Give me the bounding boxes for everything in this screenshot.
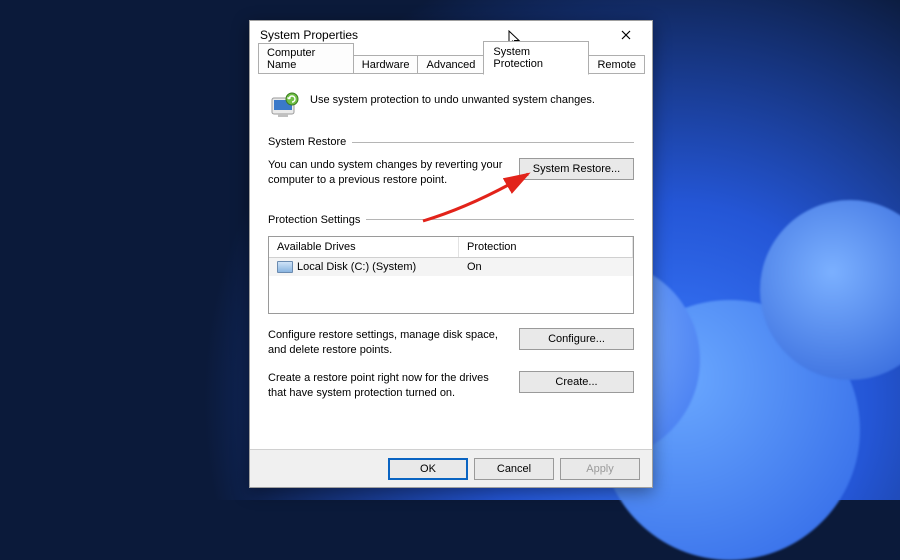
- intro-row: Use system protection to undo unwanted s…: [268, 90, 634, 122]
- tab-system-protection[interactable]: System Protection: [483, 41, 589, 75]
- tab-strip: Computer Name Hardware Advanced System P…: [250, 49, 652, 74]
- intro-text: Use system protection to undo unwanted s…: [310, 90, 595, 106]
- dialog-body: Use system protection to undo unwanted s…: [250, 74, 652, 409]
- dialog-footer: OK Cancel Apply: [250, 449, 652, 487]
- tab-hardware[interactable]: Hardware: [353, 55, 419, 74]
- divider: [352, 142, 634, 143]
- drive-cell: Local Disk (C:) (System): [269, 258, 459, 276]
- group-title-protection: Protection Settings: [268, 214, 360, 226]
- group-protection-settings: Protection Settings Available Drives Pro…: [268, 214, 634, 401]
- restore-description: You can undo system changes by reverting…: [268, 158, 507, 188]
- table-header: Available Drives Protection: [269, 237, 633, 258]
- group-title-restore: System Restore: [268, 136, 346, 148]
- tab-remote[interactable]: Remote: [588, 55, 645, 74]
- drive-icon: [277, 261, 293, 273]
- cancel-button[interactable]: Cancel: [474, 458, 554, 480]
- tab-advanced[interactable]: Advanced: [417, 55, 484, 74]
- protection-status: On: [459, 258, 633, 276]
- drive-name: Local Disk (C:) (System): [297, 261, 416, 273]
- tab-computer-name[interactable]: Computer Name: [258, 43, 354, 74]
- window-title: System Properties: [260, 28, 606, 42]
- ok-button[interactable]: OK: [388, 458, 468, 480]
- divider: [366, 219, 634, 220]
- create-button[interactable]: Create...: [519, 371, 634, 393]
- create-description: Create a restore point right now for the…: [268, 371, 507, 401]
- close-button[interactable]: [606, 24, 646, 46]
- col-protection[interactable]: Protection: [459, 237, 633, 257]
- apply-button[interactable]: Apply: [560, 458, 640, 480]
- configure-button[interactable]: Configure...: [519, 328, 634, 350]
- drives-table[interactable]: Available Drives Protection Local Disk (…: [268, 236, 634, 314]
- col-available-drives[interactable]: Available Drives: [269, 237, 459, 257]
- table-row[interactable]: Local Disk (C:) (System) On: [269, 258, 633, 276]
- close-icon: [621, 30, 631, 40]
- system-protection-icon: [268, 90, 300, 122]
- system-restore-button[interactable]: System Restore...: [519, 158, 634, 180]
- group-system-restore: System Restore You can undo system chang…: [268, 136, 634, 188]
- system-properties-dialog: System Properties Computer Name Hardware…: [249, 20, 653, 488]
- configure-description: Configure restore settings, manage disk …: [268, 328, 507, 358]
